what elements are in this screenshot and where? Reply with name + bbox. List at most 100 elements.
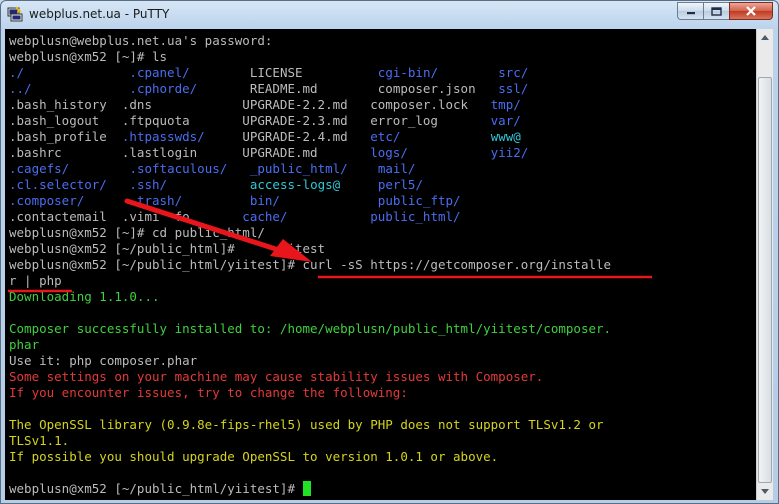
scrollbar-thumb[interactable] xyxy=(758,77,772,483)
terminal-line: If you encounter issues, try to change t… xyxy=(9,385,611,401)
terminal-text: .contactemail .vimi fo xyxy=(9,209,243,224)
terminal-text: yii2/ xyxy=(490,145,529,160)
terminal-screen[interactable]: webplusn@webplus.net.ua's password: webpl… xyxy=(5,29,756,500)
terminal-text: r | php xyxy=(9,273,62,288)
terminal-text: webplusn@xm52 [~/public_html/yiitest]# xyxy=(9,481,303,496)
terminal-text: .cpanel/ xyxy=(129,65,190,80)
terminal-line: .bash_history .dns UPGRADE-2.2.md compos… xyxy=(9,97,611,113)
terminal-text: ./ xyxy=(9,65,25,80)
terminal-text: .trash/ xyxy=(129,193,183,208)
terminal-text: The OpenSSL library (0.9.8e-fips-rhel5) … xyxy=(9,417,604,432)
terminal-text: webplusn@webplus.net.ua's password: xyxy=(9,33,273,48)
terminal-text: www@ xyxy=(490,129,521,144)
scroll-down-button[interactable] xyxy=(757,483,773,500)
scroll-up-arrow-icon xyxy=(761,35,769,40)
terminal-text: .ssh/ xyxy=(129,177,168,192)
terminal-text: Some settings on your machine may cause … xyxy=(9,369,544,384)
terminal-text: public_html/ xyxy=(370,209,461,224)
terminal-text: Downloading 1.1.0... xyxy=(9,289,160,304)
terminal-line: Some settings on your machine may cause … xyxy=(9,369,611,385)
terminal-text: TLSv1.1. xyxy=(9,433,70,448)
terminal-line: If possible you should upgrade OpenSSL t… xyxy=(9,449,611,465)
terminal-text: etc/ xyxy=(370,129,401,144)
terminal-text: .cphorde/ xyxy=(129,81,198,96)
terminal-text: ssl/ xyxy=(498,81,529,96)
maximize-button[interactable] xyxy=(703,2,729,20)
vertical-scrollbar[interactable] xyxy=(756,29,773,500)
terminal-line: ./ .cpanel/ LICENSE cgi-bin/ src/ xyxy=(9,65,611,81)
terminal-line: .cl.selector/ .ssh/ access-logs@ perl5/ xyxy=(9,177,611,193)
terminal-line: .contactemail .vimi fo cache/ public_htm… xyxy=(9,209,611,225)
scroll-up-button[interactable] xyxy=(757,29,773,46)
terminal-output: webplusn@webplus.net.ua's password: webpl… xyxy=(9,33,611,497)
minimize-icon xyxy=(686,12,695,15)
terminal-cursor xyxy=(302,481,311,496)
terminal-text: Use it: php composer.phar xyxy=(9,353,198,368)
terminal-line: .bash_logout .ftpquota UPGRADE-2.3.md er… xyxy=(9,113,611,129)
terminal-text: LICENSE xyxy=(189,65,378,80)
terminal-text: perl5/ xyxy=(377,177,423,192)
terminal-line: ../ .cphorde/ README.md composer.json ss… xyxy=(9,81,611,97)
terminal-text: logs/ xyxy=(370,145,408,160)
terminal-text: .bash_logout .ftpquota UPGRADE-2.3.md er… xyxy=(9,113,491,128)
terminal-text: webplusn@xm52 [~]# cd public_html/ xyxy=(9,225,265,240)
terminal-text: phar xyxy=(9,337,40,352)
terminal-text: ../ xyxy=(9,81,32,96)
terminal-text: webplusn@xm52 [~]# ls xyxy=(9,49,168,64)
close-button[interactable] xyxy=(729,2,773,20)
terminal-text: _public_html/ xyxy=(249,161,348,176)
putty-window: webplus.net.ua - PuTTY webplusn@webplus.… xyxy=(0,0,779,504)
putty-app-icon[interactable] xyxy=(7,6,23,22)
close-icon xyxy=(746,6,756,16)
maximize-icon xyxy=(711,6,722,16)
terminal-line: webplusn@xm52 [~/public_html/yiitest]# c… xyxy=(9,257,611,273)
terminal-text: cgi-bin/ xyxy=(377,65,439,80)
terminal-line: Composer successfully installed to: /hom… xyxy=(9,321,611,337)
terminal-line: .cagefs/ .softaculous/ _public_html/ mai… xyxy=(9,161,611,177)
terminal-text: tmp/ xyxy=(490,97,521,112)
window-controls xyxy=(677,2,773,21)
terminal-text: README.md composer.json xyxy=(197,81,499,96)
terminal-text: access-logs@ xyxy=(249,177,341,192)
window-title: webplus.net.ua - PuTTY xyxy=(29,7,170,21)
terminal-text: .softaculous/ xyxy=(129,161,228,176)
terminal-text: bin/ xyxy=(249,193,280,208)
terminal-line: phar xyxy=(9,337,611,353)
terminal-line: The OpenSSL library (0.9.8e-fips-rhel5) … xyxy=(9,417,611,433)
terminal-line: r | php xyxy=(9,273,611,289)
minimize-button[interactable] xyxy=(677,2,703,20)
terminal-line: webplusn@xm52 [~]# cd public_html/ xyxy=(9,225,611,241)
terminal-text: If possible you should upgrade OpenSSL t… xyxy=(9,449,499,464)
terminal-line: webplusn@xm52 [~/public_html/yiitest]# xyxy=(9,481,611,497)
terminal-text: .cl.selector/ xyxy=(9,177,107,192)
title-bar[interactable]: webplus.net.ua - PuTTY xyxy=(1,1,778,29)
terminal-text: UPGRADE-2.4.md xyxy=(204,129,371,144)
terminal-text: cache/ xyxy=(242,209,288,224)
terminal-text: If you encounter issues, try to change t… xyxy=(9,385,408,400)
terminal-line: webplusn@xm52 [~/public_html]# yiitest xyxy=(9,241,611,257)
scroll-down-arrow-icon xyxy=(761,489,769,494)
terminal-line: Downloading 1.1.0... xyxy=(9,289,611,305)
terminal-text: .bashrc .lastlogin UPGRADE.md xyxy=(9,145,371,160)
terminal-text: Composer successfully installed to: /hom… xyxy=(9,321,612,336)
terminal-text: .composer/ xyxy=(9,193,85,208)
terminal-line: webplusn@webplus.net.ua's password: xyxy=(9,33,611,49)
terminal-line: webplusn@xm52 [~]# ls xyxy=(9,49,611,65)
terminal-line: .bash_profile .htpasswds/ UPGRADE-2.4.md… xyxy=(9,129,611,145)
terminal-line: .bashrc .lastlogin UPGRADE.md logs/ yii2… xyxy=(9,145,611,161)
terminal-text: .htpasswds/ xyxy=(121,129,205,144)
